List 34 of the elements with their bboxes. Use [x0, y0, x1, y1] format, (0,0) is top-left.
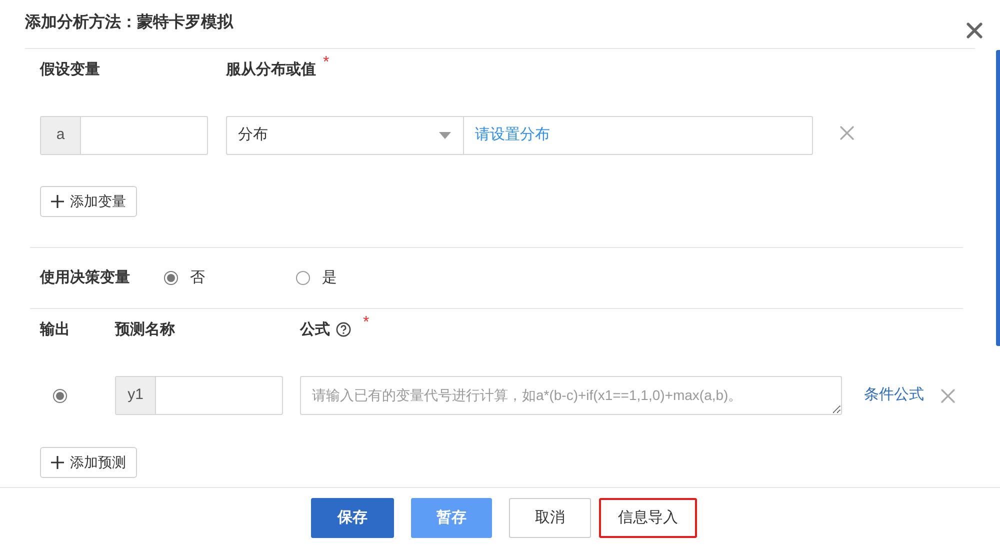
condition-formula-link[interactable]: 条件公式 — [864, 384, 924, 407]
plus-icon — [51, 456, 64, 469]
dropdown-caret-icon — [439, 132, 451, 139]
column-header: 预测名称 — [115, 320, 175, 340]
distribution-select[interactable]: 分布 — [226, 116, 464, 155]
radio-button[interactable] — [53, 388, 67, 402]
variable-code-field[interactable]: y1 — [115, 376, 283, 415]
radio-label[interactable]: 是 — [322, 266, 337, 290]
column-header: 假设变量 — [40, 60, 100, 80]
add-button[interactable]: 添加预测 — [40, 447, 137, 478]
code-label: a — [41, 117, 81, 154]
field-label: 使用决策变量 — [40, 268, 131, 288]
dialog-button[interactable]: 信息导入 — [599, 498, 697, 538]
add-button[interactable]: 添加变量 — [40, 186, 137, 217]
help-icon[interactable] — [336, 322, 351, 337]
plus-icon — [51, 195, 64, 208]
radio-label[interactable]: 否 — [190, 266, 205, 290]
dialog-title: 添加分析方法：蒙特卡罗模拟 — [25, 12, 233, 33]
dialog-button[interactable]: 保存 — [311, 498, 394, 538]
dialog-button[interactable]: 取消 — [509, 498, 591, 538]
required-mark: * — [323, 55, 330, 71]
remove-icon[interactable] — [940, 388, 956, 404]
column-header: 输出 — [40, 320, 70, 340]
close-icon[interactable] — [966, 22, 983, 39]
remove-icon[interactable] — [839, 124, 855, 140]
column-header: 公式 — [300, 320, 330, 340]
variable-code-field[interactable]: a — [40, 116, 208, 155]
code-label: y1 — [116, 377, 156, 414]
formula-field[interactable]: 请输入已有的变量代号进行计算，如a*(b-c)+if(x1==1,1,0)+max(a,b)。 — [300, 376, 842, 415]
column-header: 服从分布或值 — [226, 60, 316, 80]
radio-button[interactable] — [296, 271, 310, 285]
required-mark: * — [363, 315, 370, 331]
radio-button[interactable] — [164, 271, 178, 285]
scrollbar-thumb[interactable] — [996, 50, 1000, 346]
